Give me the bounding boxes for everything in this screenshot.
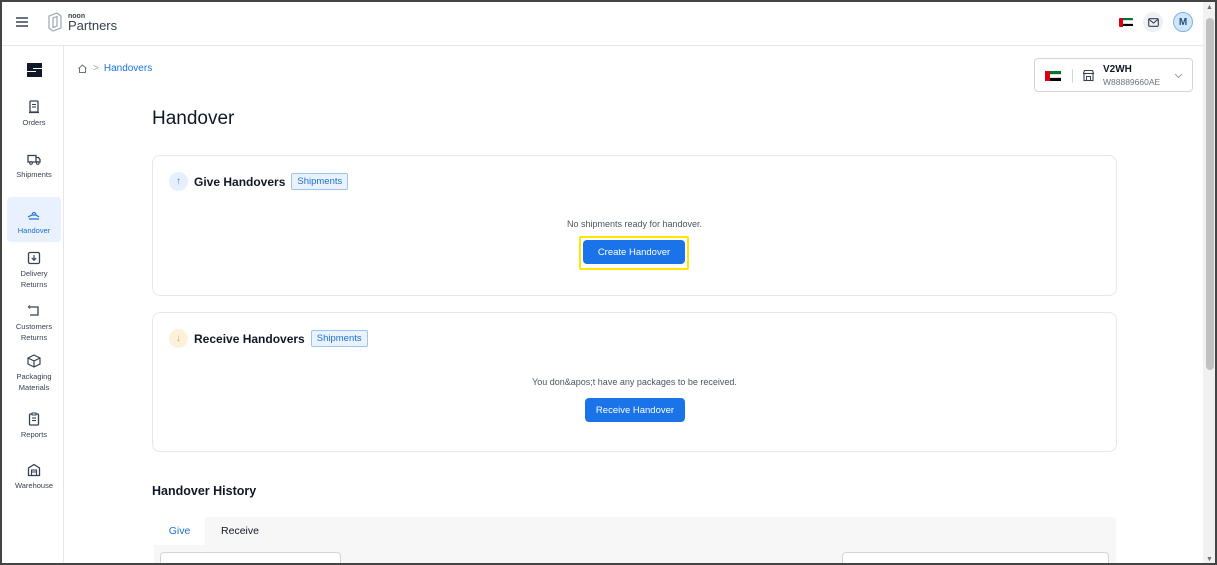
sidebar-item-label: Shipments [16,170,52,179]
brand-logo[interactable]: noon Partners [46,12,117,32]
page-title: Handover [152,108,235,129]
app-logo-icon[interactable] [25,60,45,80]
give-handovers-card: ↑ Give Handovers Shipments No shipments … [152,155,1117,296]
date-filter-input[interactable] [842,552,1109,563]
store-selector[interactable]: V2WH W88889660AE [1034,58,1193,92]
store-icon [1082,69,1095,82]
sidebar-item-label: Customers Returns [15,322,53,342]
top-bar: noon Partners M [2,2,1203,46]
app-window: noon Partners M Orders Shipments Handove… [0,0,1217,565]
scroll-down-icon[interactable]: ▼ [1206,556,1213,563]
receive-handover-button[interactable]: Receive Handover [585,398,685,422]
receive-handovers-card: ↓ Receive Handovers Shipments You don&ap… [152,312,1117,452]
chevron-down-icon [1174,73,1183,79]
sidebar-item-label: Reports [20,430,48,439]
sidebar-item-label: Packaging Materials [16,372,52,392]
sidebar-item-label: Handover [17,226,51,235]
tab-give[interactable]: Give [154,517,205,545]
return-arrow-icon [27,305,39,316]
warehouse-icon [27,463,41,477]
sidebar: Orders Shipments Handover Delivery Retur… [2,46,64,563]
brand-name: Partners [68,17,118,33]
handover-icon [27,211,40,220]
handover-history-title: Handover History [152,484,257,498]
breadcrumb: > Handovers [77,63,152,74]
menu-icon[interactable] [16,17,28,27]
uae-flag-icon[interactable] [1119,17,1133,27]
sidebar-item-label: Warehouse [14,481,54,490]
reports-icon [28,412,40,426]
sidebar-item-label: Orders [22,118,46,127]
sidebar-item-delivery-returns[interactable]: Delivery Returns [7,251,61,295]
scrollbar-thumb[interactable] [1206,18,1214,370]
orders-icon [29,100,39,114]
box-return-icon [27,251,41,265]
search-input[interactable] [160,552,341,563]
scrollbar[interactable]: ▲ ▼ [1203,2,1215,563]
home-icon[interactable] [77,63,88,74]
sidebar-item-orders[interactable]: Orders [7,100,61,134]
sidebar-item-handover[interactable]: Handover [7,197,61,242]
empty-message: You don&apos;t have any packages to be r… [532,377,737,387]
truck-icon [27,154,41,165]
divider [1072,69,1073,83]
shipments-tag: Shipments [291,173,349,190]
breadcrumb-separator: > [93,63,99,74]
avatar[interactable]: M [1173,12,1193,32]
card-title: Receive Handovers [194,331,305,346]
sidebar-item-warehouse[interactable]: Warehouse [7,463,61,497]
create-handover-button[interactable]: Create Handover [583,240,685,264]
uae-flag-icon [1045,71,1061,81]
empty-message: No shipments ready for handover. [566,219,703,229]
sidebar-item-customers-returns[interactable]: Customers Returns [7,304,61,348]
shipments-tag: Shipments [310,330,368,347]
breadcrumb-handovers[interactable]: Handovers [104,63,152,74]
card-title: Give Handovers [194,174,286,189]
mail-icon[interactable] [1143,12,1163,32]
sidebar-item-label: Delivery Returns [20,269,48,289]
sidebar-item-reports[interactable]: Reports [7,412,61,446]
scroll-up-icon[interactable]: ▲ [1206,4,1213,11]
store-name: V2WH [1103,64,1132,75]
arrow-up-icon: ↑ [169,172,188,191]
sidebar-item-shipments[interactable]: Shipments [7,152,61,186]
sidebar-item-packaging-materials[interactable]: Packaging Materials [7,354,61,398]
store-code: W88889660AE [1103,77,1161,87]
main-content: > Handovers V2WH W88889660AE Handover ↑ [65,47,1203,563]
package-icon [27,354,41,368]
noon-partners-logo-icon [48,12,62,32]
tab-receive[interactable]: Receive [210,517,270,545]
arrow-down-icon: ↓ [169,329,188,348]
